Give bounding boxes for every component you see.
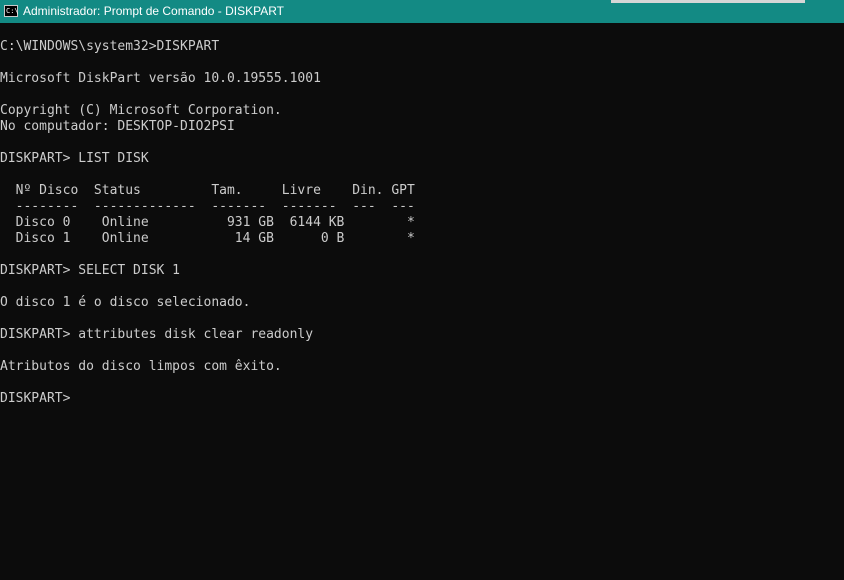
command-prompt-icon[interactable]: C:\ [4, 5, 19, 17]
disk-table-row: Disco 0 Online 931 GB 6144 KB * [0, 215, 415, 230]
console-line-select-disk: DISKPART> SELECT DISK 1 [0, 263, 181, 278]
console-line-attributes-result: Atributos do disco limpos com êxito. [0, 359, 282, 374]
console-prompt[interactable]: DISKPART> [0, 391, 70, 407]
disk-table-header: Nº Disco Status Tam. Livre Din. GPT [0, 183, 415, 198]
console-line-selected-result: O disco 1 é o disco selecionado. [0, 295, 251, 310]
disk-table-separator: -------- ------------- ------- ------- -… [0, 199, 415, 214]
console-line-computer: No computador: DESKTOP-DIO2PSI [0, 119, 235, 134]
console-line-command: C:\WINDOWS\system32>DISKPART [0, 39, 220, 54]
console-output[interactable]: C:\WINDOWS\system32>DISKPART Microsoft D… [0, 23, 844, 580]
command-prompt-window: C:\ Administrador: Prompt de Comando - D… [0, 0, 844, 580]
disk-table-row: Disco 1 Online 14 GB 0 B * [0, 231, 415, 246]
window-title: Administrador: Prompt de Comando - DISKP… [23, 4, 284, 18]
console-line-copyright: Copyright (C) Microsoft Corporation. [0, 103, 282, 118]
window-controls-strip [611, 0, 805, 3]
command-prompt-icon-glyph: C:\ [6, 7, 19, 15]
console-line-version: Microsoft DiskPart versão 10.0.19555.100… [0, 71, 321, 86]
console-line-attributes-command: DISKPART> attributes disk clear readonly [0, 327, 314, 342]
title-bar[interactable]: C:\ Administrador: Prompt de Comando - D… [0, 0, 844, 23]
console-line-list-disk: DISKPART> LIST DISK [0, 151, 149, 166]
